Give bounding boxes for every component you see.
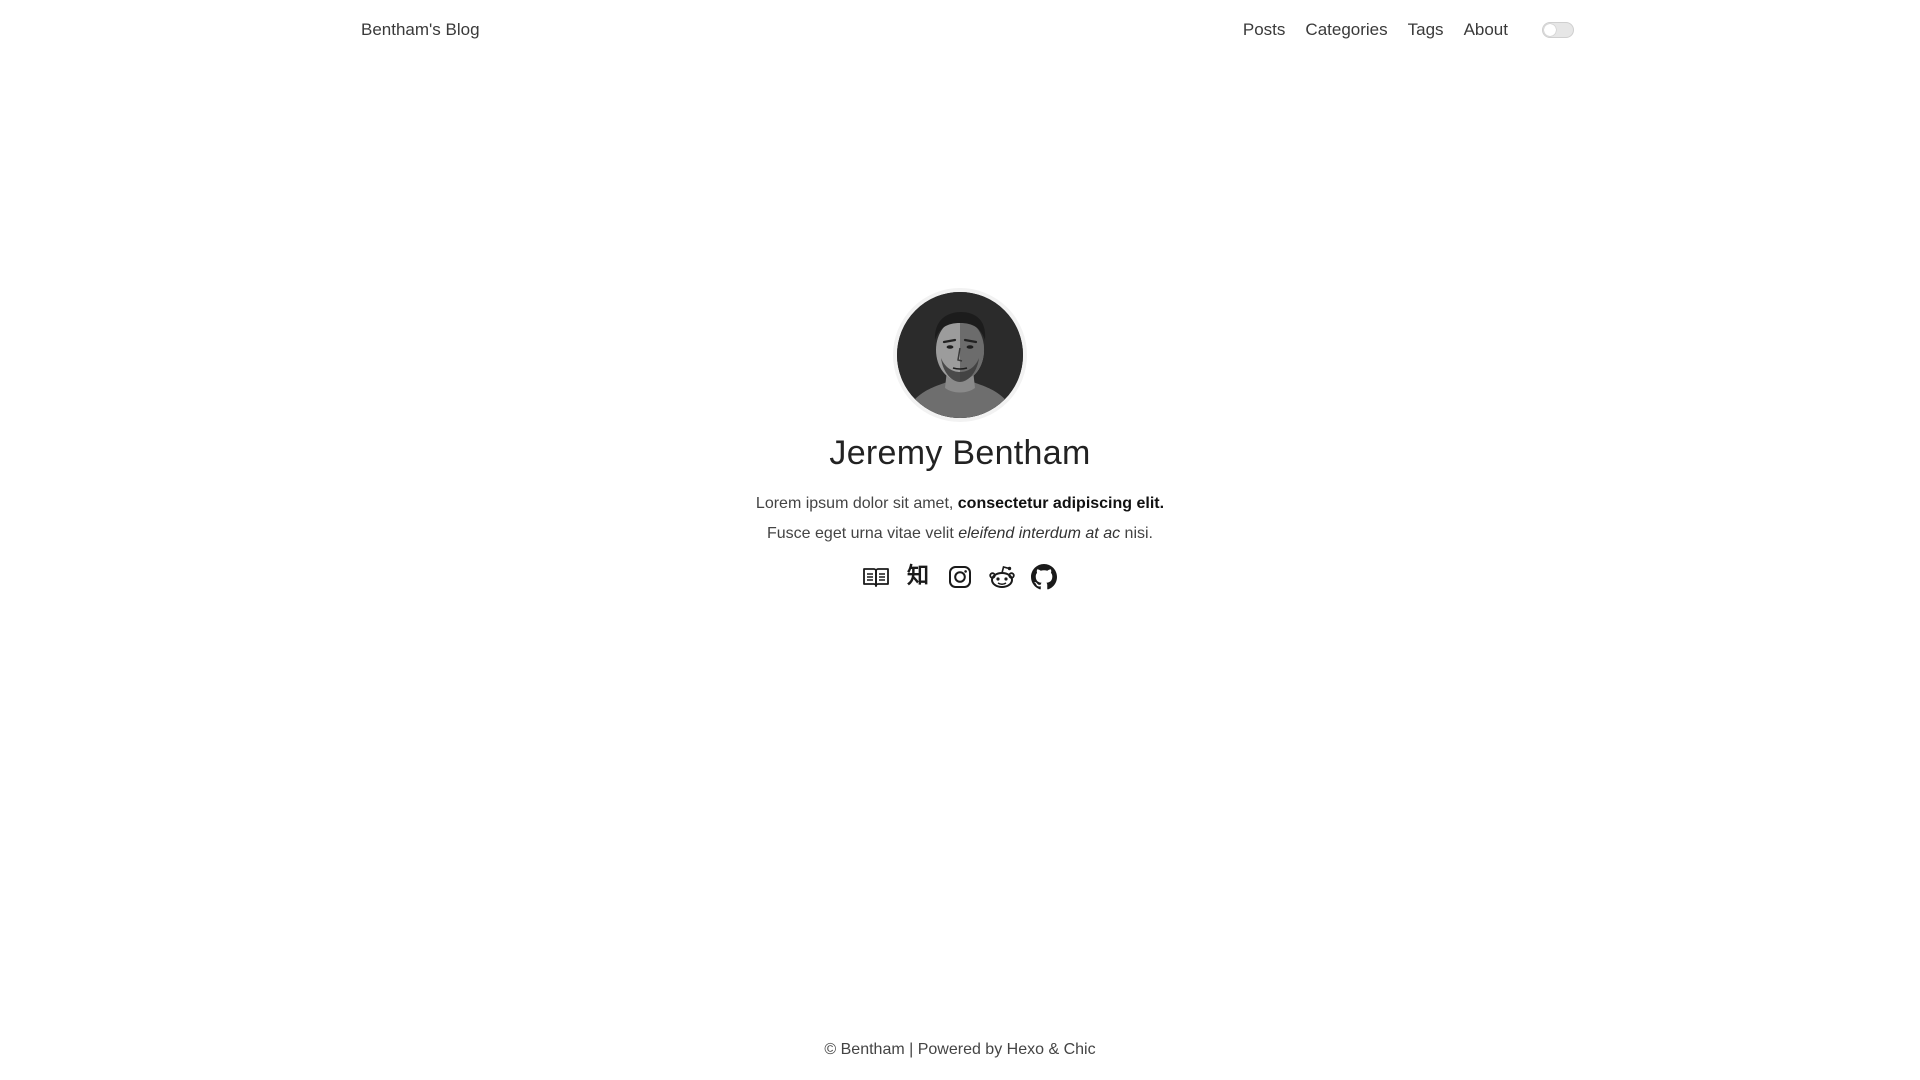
footer-chic-link[interactable]: Chic — [1064, 1041, 1096, 1058]
profile-section: Jeremy Bentham Lorem ipsum dolor sit ame… — [0, 288, 1920, 591]
book-icon — [863, 568, 889, 587]
bio-line-1-text: Lorem ipsum dolor sit amet, — [755, 495, 958, 512]
site-header: Bentham's Blog Posts Categories Tags Abo… — [360, 0, 1574, 62]
instagram-link[interactable] — [946, 563, 974, 591]
bio-line-1-bold: consectetur adipiscing elit. — [957, 495, 1165, 512]
github-icon — [1031, 564, 1057, 590]
profile-bio: Lorem ipsum dolor sit amet, consectetur … — [0, 489, 1920, 549]
bio-line-2-text-start: Fusce eget urna vitae velit — [767, 525, 959, 542]
zhihu-link[interactable]: 知 — [904, 563, 932, 591]
nav-posts[interactable]: Posts — [1243, 20, 1286, 40]
nav-tags[interactable]: Tags — [1408, 20, 1444, 40]
avatar-portrait — [897, 292, 1023, 418]
reddit-icon — [989, 566, 1015, 588]
footer-hexo-link[interactable]: Hexo — [1007, 1041, 1044, 1058]
instagram-icon — [949, 566, 971, 588]
theme-toggle[interactable] — [1542, 22, 1574, 38]
profile-name: Jeremy Bentham — [829, 434, 1091, 472]
main-nav: Posts Categories Tags About — [1243, 20, 1574, 40]
avatar — [893, 288, 1027, 422]
bio-line-1: Lorem ipsum dolor sit amet, consectetur … — [0, 489, 1920, 519]
nav-categories[interactable]: Categories — [1305, 20, 1387, 40]
nav-about[interactable]: About — [1464, 20, 1508, 40]
toggle-knob — [1544, 24, 1556, 36]
site-title-link[interactable]: Bentham's Blog — [361, 20, 480, 40]
footer-ampersand: & — [1044, 1041, 1064, 1058]
reddit-link[interactable] — [988, 563, 1016, 591]
bio-line-2-italic: eleifend interdum at ac — [958, 525, 1121, 542]
bio-line-2-text-end: nisi. — [1120, 525, 1153, 542]
site-footer: © Bentham | Powered by Hexo & Chic — [0, 1041, 1920, 1059]
footer-copyright: © Bentham | Powered by — [824, 1041, 1007, 1058]
bio-line-2: Fusce eget urna vitae velit eleifend int… — [0, 519, 1920, 549]
social-links: 知 — [0, 563, 1920, 591]
book-link[interactable] — [862, 563, 890, 591]
github-link[interactable] — [1030, 563, 1058, 591]
zhihu-icon: 知 — [906, 564, 929, 589]
